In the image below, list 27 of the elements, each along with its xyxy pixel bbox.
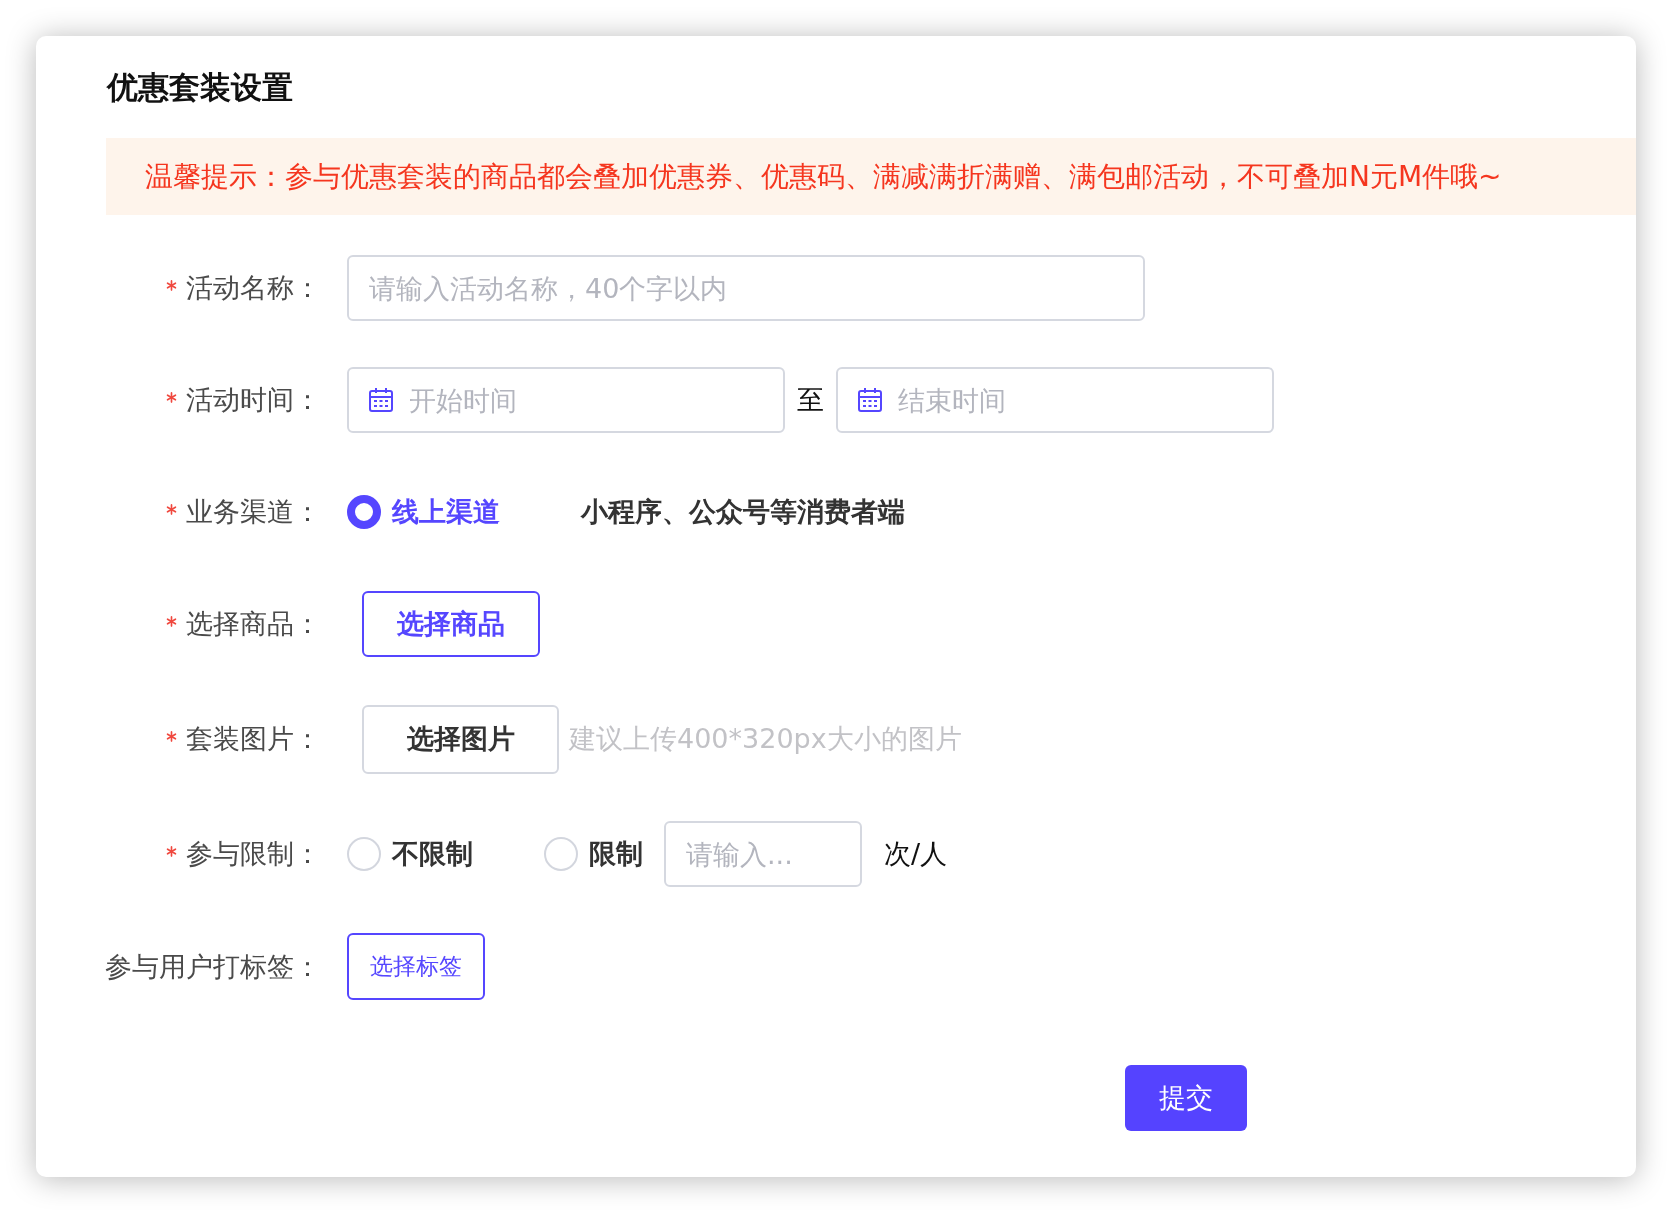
- upload-hint: 建议上传400*320px大小的图片: [569, 722, 962, 756]
- field-label: 选择商品：: [186, 607, 321, 641]
- calendar-icon: [368, 387, 394, 413]
- radio-option[interactable]: 限制: [544, 836, 643, 872]
- submit-button[interactable]: 提交: [1125, 1065, 1247, 1131]
- radio-option[interactable]: 不限制: [347, 836, 473, 872]
- radio-icon[interactable]: [347, 495, 381, 529]
- select-button[interactable]: 选择图片: [362, 704, 559, 774]
- field-label: 活动名称：: [186, 271, 321, 305]
- field-label: 套装图片：: [186, 722, 321, 756]
- field-label: 参与用户打标签：: [105, 949, 321, 984]
- select-button[interactable]: 选择标签: [347, 933, 485, 1000]
- field-label: 业务渠道：: [186, 495, 321, 529]
- field-label: 参与限制：: [186, 837, 321, 871]
- unit-label: 次/人: [884, 837, 948, 871]
- limit-input[interactable]: 请输入...: [664, 821, 862, 887]
- calendar-icon: [857, 387, 883, 413]
- text-input[interactable]: 请输入活动名称，40个字以内: [347, 255, 1145, 321]
- notice-banner: 温馨提示：参与优惠套装的商品都会叠加优惠券、优惠码、满减满折满赠、满包邮活动，不可叠加N元M件哦~: [106, 138, 1636, 215]
- range-separator: 至: [797, 383, 824, 417]
- field-label: 活动时间：: [186, 383, 321, 417]
- radio-option[interactable]: 线上渠道: [347, 494, 500, 530]
- date-input[interactable]: 结束时间: [836, 367, 1274, 433]
- page-title: 优惠套装设置: [107, 68, 293, 107]
- select-button[interactable]: 选择商品: [362, 591, 540, 657]
- channel-note: 小程序、公众号等消费者端: [581, 495, 905, 529]
- date-input[interactable]: 开始时间: [347, 367, 785, 433]
